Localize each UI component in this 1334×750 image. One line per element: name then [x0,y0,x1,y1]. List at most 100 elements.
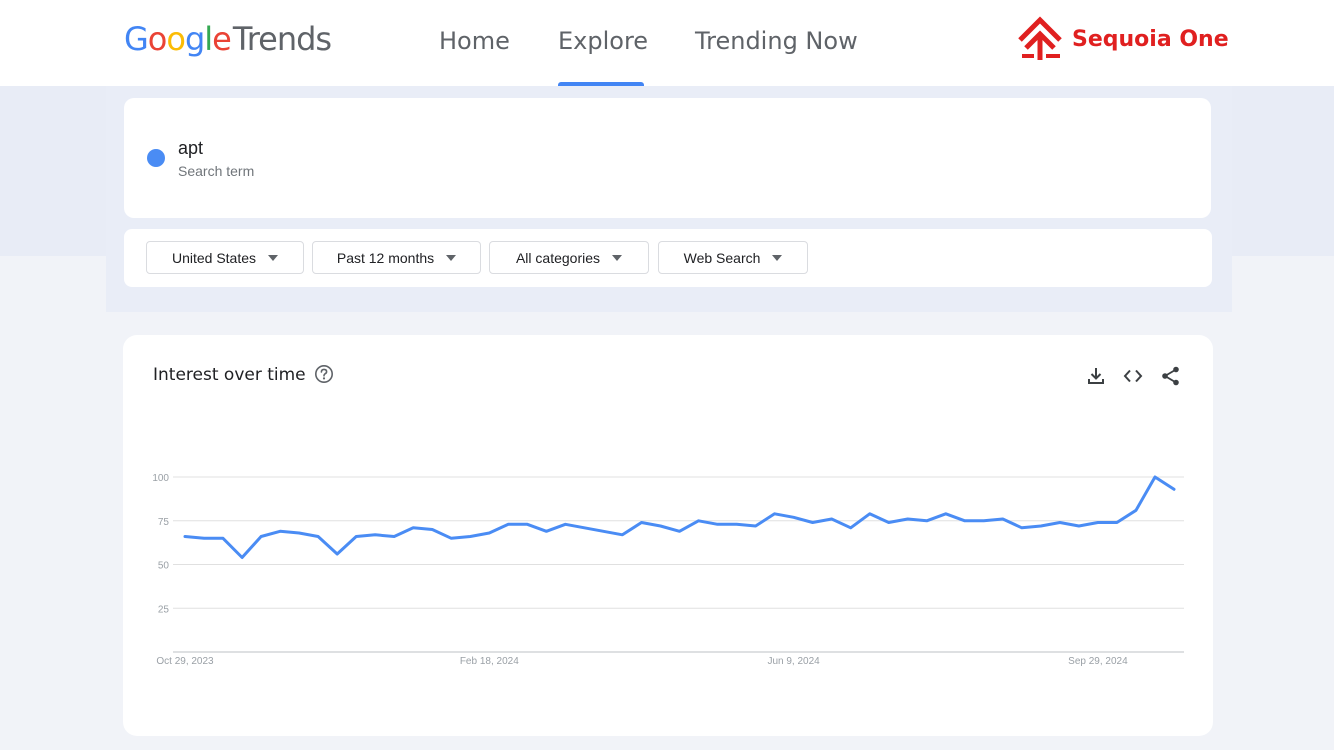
data-point[interactable] [943,511,949,517]
line-layer [182,474,1177,561]
top-header: Go o g l e Trends Home Explore Trending Now S… [0,0,1334,86]
y-tick-label: 75 [158,517,170,528]
search-term-type: Search term [178,163,255,179]
caret-down-icon [268,254,279,261]
region-select-label: United States [171,249,257,266]
nav-home[interactable]: Home [439,27,510,55]
data-point[interactable] [962,518,968,524]
help-icon[interactable] [314,364,334,384]
logo-letter: g [184,20,205,58]
data-point[interactable] [772,511,778,517]
data-point[interactable] [638,520,644,526]
data-point[interactable] [829,516,835,522]
data-point[interactable] [581,525,587,531]
data-point[interactable] [791,514,797,520]
category-select[interactable]: All categories [489,241,649,274]
embed-code-icon[interactable] [1122,365,1144,387]
data-point[interactable] [867,511,873,517]
data-point[interactable] [1152,474,1158,480]
nav-explore[interactable]: Explore [558,27,648,55]
x-tick-label: Oct 29, 2023 [156,656,214,667]
caret-down-icon [612,254,623,261]
search-property-select[interactable]: Web Search [658,241,808,274]
data-point[interactable] [1114,520,1120,526]
data-point[interactable] [486,530,492,536]
nav-trending-now[interactable]: Trending Now [695,27,858,55]
search-term-card[interactable]: apt Search term [124,98,1211,218]
data-point[interactable] [1057,520,1063,526]
data-point[interactable] [239,555,245,561]
data-point[interactable] [1133,507,1139,513]
filter-bar: United States Past 12 months All categor… [124,229,1212,287]
data-point[interactable] [848,525,854,531]
data-point[interactable] [543,528,549,534]
data-point[interactable] [182,534,188,540]
data-point[interactable] [657,523,663,529]
grid-layer [173,476,1184,653]
chart-title: Interest over time [153,365,306,385]
series-line-apt[interactable] [183,475,1176,559]
data-point[interactable] [1076,523,1082,529]
x-tick-label: Sep 29, 2024 [1068,656,1128,667]
data-point[interactable] [619,532,625,538]
y-tick-label: 100 [152,473,169,484]
tick-layer: 100 75 50 25 Oct 29, 2023 Feb 18, 2024 Jun 9, … [152,473,1128,667]
google-trends-logo[interactable]: Go o g l e Trends [124,20,332,64]
data-point[interactable] [429,527,435,533]
time-range-select-label: Past 12 months [336,249,435,266]
data-point[interactable] [1019,525,1025,531]
data-point[interactable] [886,520,892,526]
data-point[interactable] [677,528,683,534]
brand-name: Sequoia One [1072,26,1229,52]
y-tick-label: 25 [158,604,170,615]
data-point[interactable] [201,535,207,541]
data-point[interactable] [315,534,321,540]
data-point[interactable] [524,521,530,527]
search-property-select-label: Web Search [683,249,761,266]
data-point[interactable] [562,521,568,527]
data-point[interactable] [467,534,473,540]
data-point[interactable] [753,523,759,529]
data-point[interactable] [924,518,930,524]
data-point[interactable] [600,528,606,534]
data-point[interactable] [734,521,740,527]
data-point[interactable] [353,534,359,540]
caret-down-icon [446,254,457,261]
data-point[interactable] [1095,520,1101,526]
data-point[interactable] [448,535,454,541]
data-point[interactable] [258,534,264,540]
x-tick-label: Jun 9, 2024 [767,656,820,667]
data-point[interactable] [1038,523,1044,529]
data-point[interactable] [334,551,340,557]
sequoia-tree-icon [1018,16,1062,60]
data-point[interactable] [905,516,911,522]
logo-letter: e [212,20,232,58]
download-icon[interactable] [1085,365,1107,387]
time-range-select[interactable]: Past 12 months [312,241,481,274]
data-point[interactable] [296,530,302,536]
data-point[interactable] [1000,516,1006,522]
data-point[interactable] [372,532,378,538]
caret-down-icon [772,254,783,261]
data-point[interactable] [505,521,511,527]
data-point[interactable] [410,525,416,531]
data-point[interactable] [391,534,397,540]
logo-letter: l [204,20,213,58]
logo-letter: o [166,20,186,58]
search-term-name[interactable]: apt [178,138,203,159]
data-point[interactable] [715,521,721,527]
region-select[interactable]: United States [146,241,304,274]
logo-letter: G [124,20,149,58]
data-point[interactable] [810,520,816,526]
data-point[interactable] [277,528,283,534]
interest-over-time-card: 100 75 50 25 Oct 29, 2023 Feb 18, 2024 Jun 9, … [123,335,1213,736]
logo-trends-word: Trends [232,20,332,58]
logo-letter: o [147,20,168,58]
data-point[interactable] [220,535,226,541]
share-icon[interactable] [1160,365,1182,387]
x-tick-label: Feb 18, 2024 [460,656,519,667]
data-point[interactable] [696,518,702,524]
data-point[interactable] [1171,486,1177,492]
category-select-label: All categories [515,249,601,266]
data-point[interactable] [981,518,987,524]
